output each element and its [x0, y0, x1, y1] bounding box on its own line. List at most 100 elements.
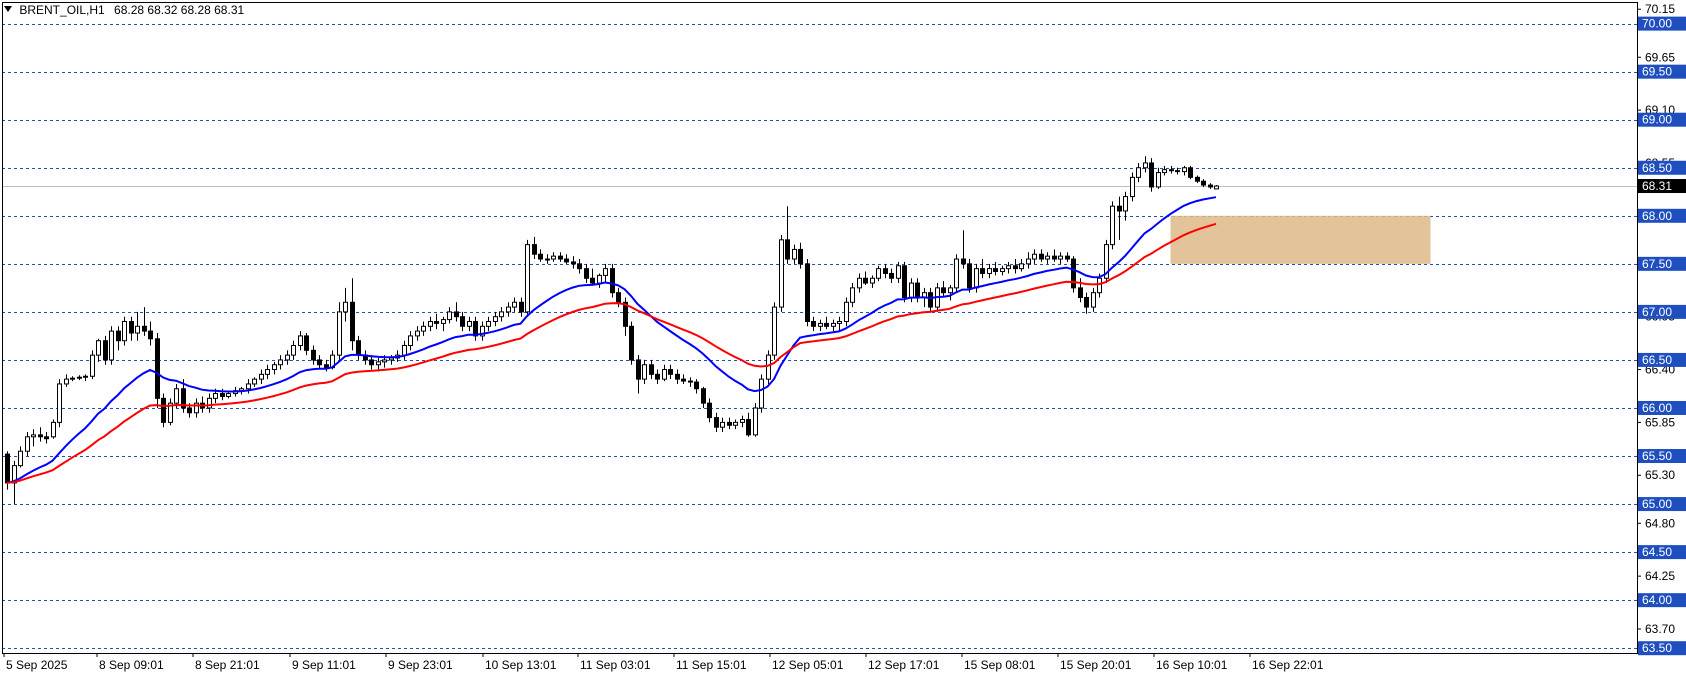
candle-bearish — [746, 419, 751, 436]
candle-bullish — [1214, 185, 1219, 190]
level-label: 66.50 — [1642, 353, 1672, 367]
candle-bearish — [44, 436, 49, 440]
level-label: 68.50 — [1642, 161, 1672, 175]
candle-bearish — [350, 301, 355, 342]
candle-bearish — [324, 364, 329, 369]
candle-bearish — [1078, 287, 1083, 298]
level-label: 66.00 — [1642, 401, 1672, 415]
candle-bearish — [941, 287, 946, 294]
candle-bullish — [954, 258, 959, 289]
ohlc-values: 68.28 68.32 68.28 68.31 — [114, 3, 245, 17]
candle-bearish — [701, 388, 706, 404]
candle-bearish — [1169, 169, 1174, 172]
candle-bearish — [1195, 176, 1200, 182]
candle-bullish — [766, 354, 771, 380]
candle-bullish — [876, 268, 881, 279]
candle-bullish — [759, 378, 764, 409]
candle-bullish — [18, 450, 23, 467]
time-tick-label: 10 Sep 13:01 — [485, 658, 557, 672]
candle-bullish — [31, 434, 36, 438]
candle-bearish — [571, 261, 576, 265]
candle-bullish — [1130, 176, 1135, 198]
candle-bearish — [590, 277, 595, 284]
candle-bearish — [1084, 296, 1089, 308]
candle-bullish — [1026, 258, 1031, 265]
candle-bullish — [428, 320, 433, 327]
price-tick-label: 64.80 — [1645, 516, 1675, 530]
candle-bullish — [376, 361, 381, 366]
support-zone — [1170, 215, 1431, 264]
candle-bearish — [317, 359, 322, 366]
candle-bullish — [298, 335, 303, 347]
dropdown-triangle-icon[interactable] — [4, 6, 12, 12]
candle-bearish — [519, 301, 524, 313]
candle-bearish — [369, 359, 374, 366]
candle-bullish — [1097, 277, 1102, 294]
candle-bearish — [564, 258, 569, 263]
candle-bearish — [915, 282, 920, 298]
level-label: 64.50 — [1642, 545, 1672, 559]
candle-bullish — [70, 377, 75, 380]
candle-bearish — [434, 320, 439, 324]
candle-bearish — [454, 311, 459, 318]
candle-bearish — [558, 255, 563, 260]
candle-bullish — [259, 373, 264, 380]
candle-bearish — [688, 380, 693, 383]
candle-bullish — [447, 311, 452, 321]
candle-bullish — [83, 375, 88, 378]
candle-bullish — [1019, 263, 1024, 270]
candle-bearish — [187, 407, 192, 414]
candle-bullish — [1110, 205, 1115, 246]
candle-bearish — [707, 402, 712, 419]
candle-bearish — [1013, 265, 1018, 270]
candle-bullish — [421, 325, 426, 332]
candle-bullish — [772, 306, 777, 356]
candle-bullish — [441, 319, 446, 324]
candle-bullish — [512, 301, 517, 308]
candle-bearish — [980, 268, 985, 274]
candle-bearish — [577, 263, 582, 270]
price-tick-label: 64.25 — [1645, 569, 1675, 583]
candle-bearish — [356, 340, 361, 356]
level-label: 65.00 — [1642, 497, 1672, 511]
candle-bullish — [662, 369, 667, 380]
candle-bearish — [304, 335, 309, 351]
chart-area[interactable]: 70.1569.6569.1068.5568.0067.5066.9566.40… — [0, 0, 1686, 676]
candle-bullish — [109, 330, 114, 361]
candle-bullish — [1143, 162, 1148, 169]
candle-bearish — [311, 349, 316, 361]
candle-bearish — [694, 381, 699, 390]
candle-bearish — [1065, 255, 1070, 260]
candle-bullish — [246, 383, 251, 390]
candle-bullish — [122, 320, 127, 342]
candle-bearish — [129, 320, 134, 334]
candle-bullish — [382, 359, 387, 363]
candle-bullish — [226, 393, 231, 397]
time-tick-label: 15 Sep 08:01 — [964, 658, 1036, 672]
level-label: 70.00 — [1642, 17, 1672, 31]
price-chart[interactable]: 70.1569.6569.1068.5568.0067.5066.9566.40… — [0, 0, 1686, 676]
candle-bearish — [5, 453, 10, 484]
time-tick-label: 11 Sep 03:01 — [580, 658, 651, 672]
candle-bearish — [805, 263, 810, 322]
time-tick-label: 5 Sep 2025 — [6, 658, 68, 672]
candle-bearish — [38, 434, 43, 438]
candle-bearish — [824, 322, 829, 327]
candle-bearish — [116, 330, 121, 342]
candle-bullish — [1032, 253, 1037, 260]
candle-bullish — [408, 335, 413, 347]
level-label: 69.50 — [1642, 65, 1672, 79]
level-label: 67.00 — [1642, 305, 1672, 319]
candle-bearish — [610, 268, 615, 294]
time-tick-label: 16 Sep 22:01 — [1252, 658, 1324, 672]
price-tick-label: 70.15 — [1645, 2, 1675, 16]
candle-bullish — [57, 383, 62, 423]
candle-bullish — [506, 306, 511, 313]
candle-bullish — [1182, 167, 1187, 173]
candle-bullish — [278, 359, 283, 366]
candle-bearish — [993, 268, 998, 273]
candle-bullish — [77, 376, 82, 379]
candle-bullish — [486, 320, 491, 327]
candle-bullish — [733, 421, 738, 426]
candle-bullish — [337, 311, 342, 356]
